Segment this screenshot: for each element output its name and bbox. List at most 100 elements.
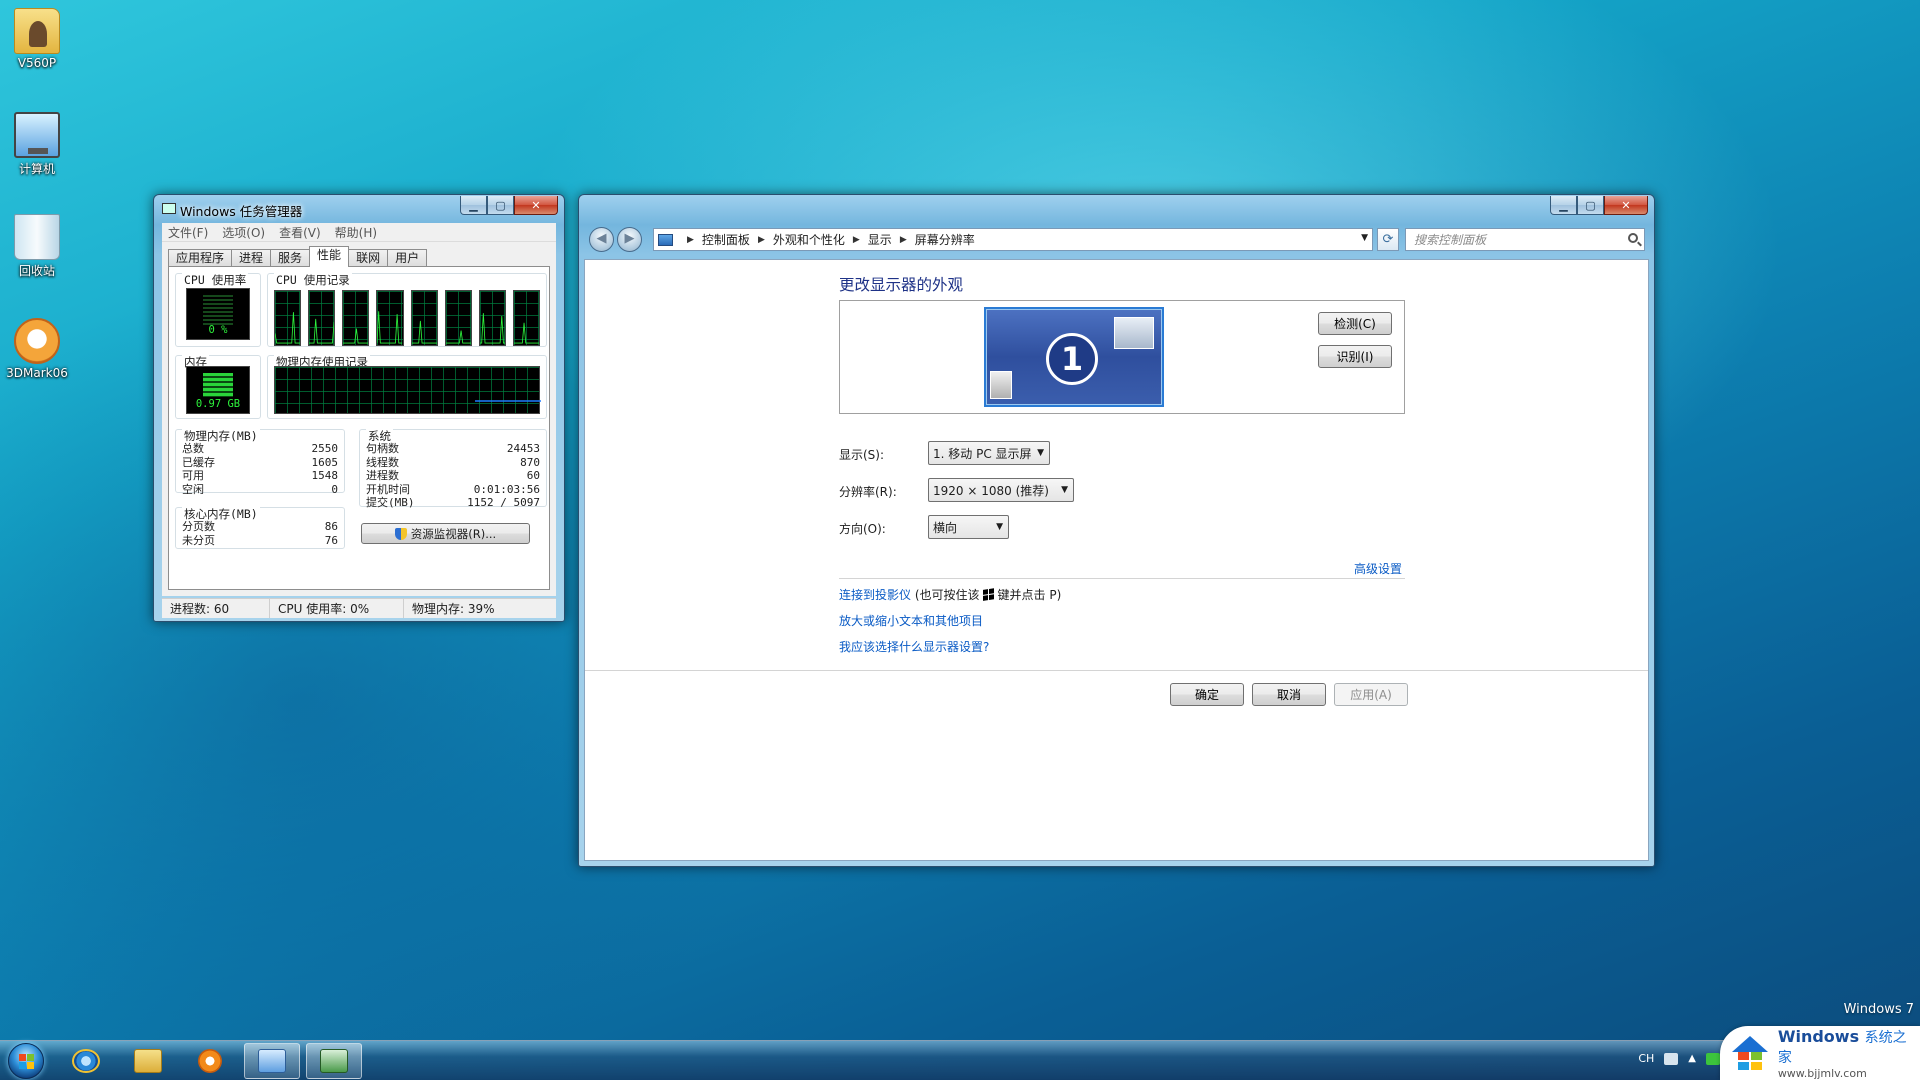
close-button[interactable]: ✕ [1604,196,1648,215]
maximize-button[interactable]: ▢ [487,196,514,215]
cpu-history-graphs [274,290,540,346]
status-processes: 进程数: 60 [162,599,270,618]
task-manager-window: Windows 任务管理器 ▁ ▢ ✕ 文件(F) 选项(O) 查看(V) 帮助… [153,194,565,622]
control-panel-icon [658,233,673,246]
desktop-icon-3dmark[interactable]: 3DMark06 [4,318,70,380]
computer-icon [14,112,60,158]
breadcrumb-screen-resolution[interactable]: 屏幕分辨率 [915,231,975,248]
advanced-settings-link[interactable]: 高级设置 [1354,560,1402,577]
cpu-history-group: CPU 使用记录 [267,272,547,347]
site-badge: Windows 系统之家 www.bjjmlv.com [1720,1026,1920,1080]
chevron-down-icon: ▼ [1061,485,1068,495]
resolution-label: 分辨率(R): [839,485,897,499]
tab-users[interactable]: 用户 [387,249,428,267]
menu-help[interactable]: 帮助(H) [335,224,377,241]
search-icon[interactable] [1628,233,1638,243]
taskbar-task-manager[interactable] [306,1043,362,1079]
taskbar-ie[interactable] [58,1043,114,1079]
breadcrumb-appearance[interactable]: 外观和个性化 [773,231,845,248]
stat-row: 空闲 0 [182,482,338,496]
ime-indicator[interactable]: CH [1638,1052,1654,1065]
minimize-button[interactable]: ▁ [460,196,487,215]
forward-button[interactable]: ▶ [617,227,642,252]
search-input[interactable]: 搜索控制面板 [1405,228,1645,251]
stat-row: 提交(MB) 1152 / 5097 [366,496,540,509]
cpu-history-label: CPU 使用记录 [274,272,352,288]
menu-view[interactable]: 查看(V) [279,224,321,241]
taskbar-media-player[interactable] [182,1043,238,1079]
display-select[interactable]: 1. 移动 PC 显示屏 ▼ [928,441,1050,465]
chevron-right-icon: ▶ [757,234,765,245]
resolution-select[interactable]: 1920 × 1080 (推荐) ▼ [928,478,1074,502]
tab-applications[interactable]: 应用程序 [168,249,233,267]
back-button[interactable]: ◀ [589,227,614,252]
apply-button[interactable]: 应用(A) [1334,683,1408,706]
breadcrumb-control-panel[interactable]: 控制面板 [702,231,750,248]
cpu-core-history-graph [444,290,472,346]
chevron-right-icon: ▶ [687,234,694,245]
chevron-down-icon: ▼ [1037,448,1044,458]
menu-bar: 文件(F) 选项(O) 查看(V) 帮助(H) [162,223,556,242]
chevron-down-icon: ▼ [996,522,1003,532]
battery-icon[interactable] [1706,1052,1720,1065]
back-arrow-icon: ◀ [596,231,607,246]
internet-explorer-icon [72,1049,100,1073]
start-button[interactable] [8,1043,44,1079]
task-manager-app-icon [162,203,176,214]
chevron-down-icon[interactable]: ▼ [1361,233,1368,243]
menu-file[interactable]: 文件(F) [168,224,208,241]
resolution-value: 1920 × 1080 (推荐) [933,483,1049,498]
ok-button[interactable]: 确定 [1170,683,1244,706]
3dmark-icon [14,318,60,364]
cpu-core-history-graph [376,290,404,346]
page-title: 更改显示器的外观 [839,276,964,294]
tab-processes[interactable]: 进程 [231,249,272,267]
task-manager-body: 应用程序 进程 服务 性能 联网 用户 CPU 使用率 0 % CPU 使用记录 [162,242,556,596]
cancel-button[interactable]: 取消 [1252,683,1326,706]
badge-title: Windows 系统之家 [1777,1026,1907,1066]
show-hidden-icons-icon[interactable]: ▲ [1688,1053,1696,1064]
cpu-core-trace [275,312,301,344]
connect-projector-link[interactable]: 连接到投影仪 [839,588,911,602]
desktop-icon-label: 3DMark06 [6,366,68,380]
stat-row: 总数 2550 [182,442,338,455]
tab-services[interactable]: 服务 [270,249,311,267]
minimize-button[interactable]: ▁ [1550,196,1577,215]
identify-button[interactable]: 识别(I) [1318,345,1392,368]
refresh-icon: ⟳ [1382,232,1394,247]
projector-row: 连接到投影仪 (也可按住该 键并点击 P) [839,586,1061,603]
physical-memory-group: 物理内存(MB) 总数 2550 已缓存 1605 可用 1548 空闲 0 [175,428,345,496]
which-settings-link[interactable]: 我应该选择什么显示器设置? [839,638,989,655]
monitor-layout-box: 1 检测(C) 识别(I) [839,300,1405,414]
desktop-icon-computer[interactable]: 计算机 [4,112,70,177]
status-cpu: CPU 使用率: 0% [270,599,404,618]
stat-row: 线程数 870 [366,455,540,469]
breadcrumb-display[interactable]: 显示 [868,231,892,248]
close-button[interactable]: ✕ [514,196,558,215]
menu-options[interactable]: 选项(O) [222,224,265,241]
resource-monitor-button[interactable]: 资源监视器(R)... [361,523,530,544]
desktop-icon-label: 计算机 [18,162,55,176]
tab-networking[interactable]: 联网 [348,249,389,267]
desktop-icon-recycle-bin[interactable]: 回收站 [4,214,70,279]
address-bar[interactable]: ▶ 控制面板 ▶ 外观和个性化 ▶ 显示 ▶ 屏幕分辨率 ▼ [653,228,1373,251]
tab-performance[interactable]: 性能 [309,246,350,267]
text-size-link[interactable]: 放大或缩小文本和其他项目 [839,612,983,629]
taskbar-explorer[interactable] [120,1043,176,1079]
keyboard-icon[interactable] [1664,1052,1679,1065]
taskbar-control-panel[interactable] [244,1043,300,1079]
memory-group: 内存 0.97 GB [175,354,261,419]
maximize-button[interactable]: ▢ [1577,196,1604,215]
resource-monitor-label: 资源监视器(R)... [410,526,497,541]
detect-button[interactable]: 检测(C) [1318,312,1392,335]
orientation-label: 方向(O): [839,522,886,536]
cpu-core-history-graph [478,290,506,346]
desktop-icon-user-folder[interactable]: V560P [4,8,70,70]
refresh-button[interactable]: ⟳ [1377,228,1399,251]
orientation-select[interactable]: 横向 ▼ [928,515,1009,539]
stat-row: 进程数 60 [366,469,540,482]
badge-url: www.bjjmlv.com [1777,1066,1867,1080]
monitor-1[interactable]: 1 [984,307,1164,407]
tab-strip: 应用程序 进程 服务 性能 联网 用户 [168,246,428,267]
content-pane: 更改显示器的外观 1 检测(C) 识别(I) 显示(S): 1. 移动 PC 显… [584,259,1649,861]
